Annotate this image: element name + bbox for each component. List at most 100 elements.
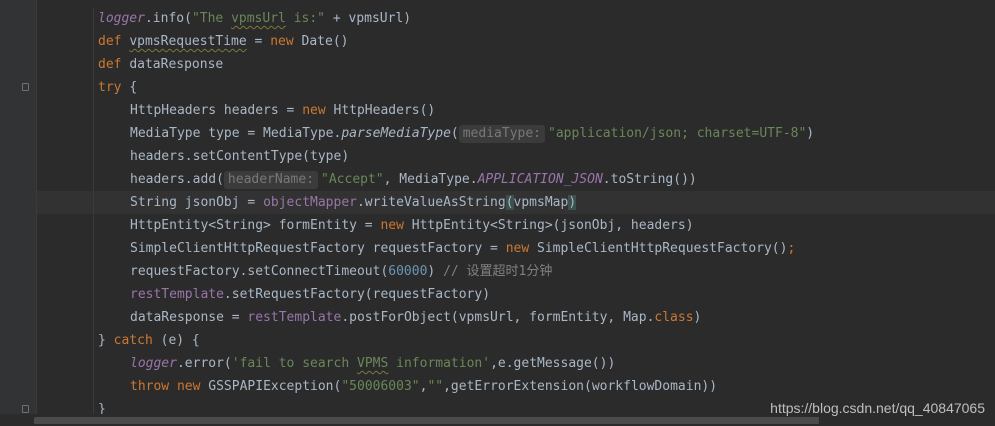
code-token: restTemplate bbox=[247, 310, 342, 325]
code-line[interactable]: HttpHeaders headers = new HttpHeaders() bbox=[37, 99, 995, 122]
code-line[interactable]: headers.add(headerName: "Accept", MediaTy… bbox=[37, 168, 995, 191]
watermark: https://blog.csdn.net/qq_40847065 bbox=[770, 400, 985, 416]
indent-guide bbox=[93, 145, 94, 168]
code-token: SimpleClientHttpRequestFactory() bbox=[537, 241, 788, 256]
code-token: catch bbox=[113, 333, 161, 348]
code-token: .error( bbox=[176, 356, 232, 371]
code-token: ) bbox=[806, 126, 815, 141]
code-text: MediaType type = MediaType.parseMediaTyp… bbox=[130, 122, 814, 145]
code-line[interactable]: dataResponse = restTemplate.postForObjec… bbox=[37, 306, 995, 329]
code-token: headers.setContentType(type) bbox=[130, 149, 350, 164]
code-line[interactable]: String jsonObj = objectMapper.writeValue… bbox=[37, 191, 995, 214]
code-token: Date() bbox=[301, 34, 349, 49]
code-line[interactable]: def dataResponse bbox=[37, 53, 995, 76]
code-token: logger bbox=[98, 11, 145, 26]
code-line[interactable]: MediaType type = MediaType.parseMediaTyp… bbox=[37, 122, 995, 145]
code-token: is:" bbox=[285, 11, 326, 26]
code-token: new bbox=[270, 34, 302, 49]
code-token: "The bbox=[191, 11, 232, 26]
code-token: headers.add( bbox=[130, 172, 224, 187]
code-token: "" bbox=[427, 379, 444, 394]
code-text: def dataResponse bbox=[98, 53, 223, 76]
code-line[interactable]: SimpleClientHttpRequestFactory requestFa… bbox=[37, 237, 995, 260]
parameter-hint: headerName: bbox=[223, 171, 319, 189]
code-text: throw new GSSPAPIException("50006003",""… bbox=[130, 375, 717, 398]
code-text: restTemplate.setRequestFactory(requestFa… bbox=[130, 283, 490, 306]
code-token: = bbox=[246, 34, 271, 49]
code-line[interactable]: headers.setContentType(type) bbox=[37, 145, 995, 168]
scrollbar-thumb[interactable] bbox=[34, 417, 819, 424]
code-token: vpmsUrl bbox=[231, 11, 286, 26]
code-token: objectMapper bbox=[263, 195, 357, 210]
code-token: dataResponse = bbox=[130, 310, 248, 325]
code-line[interactable]: HttpEntity<String> formEntity = new Http… bbox=[37, 214, 995, 237]
code-token: + vpmsUrl) bbox=[325, 11, 412, 26]
code-token: requestFactory.setConnectTimeout( bbox=[130, 264, 389, 279]
code-token: ( bbox=[450, 126, 459, 141]
code-token: new bbox=[380, 218, 412, 233]
code-token: HttpEntity<String> formEntity = bbox=[130, 218, 381, 233]
code-token: def bbox=[98, 34, 130, 49]
code-text: logger.error('fail to search VPMS inform… bbox=[130, 352, 615, 375]
code-text: } catch (e) { bbox=[98, 329, 200, 352]
code-text: requestFactory.setConnectTimeout(60000) … bbox=[130, 260, 552, 283]
code-text: SimpleClientHttpRequestFactory requestFa… bbox=[130, 237, 795, 260]
code-line[interactable]: logger.error('fail to search VPMS inform… bbox=[37, 352, 995, 375]
code-line[interactable]: logger.info("The vpmsUrl is:" + vpmsUrl) bbox=[37, 7, 995, 30]
code-token: APPLICATION_JSON bbox=[477, 172, 603, 187]
code-token: .postForObject(vpmsUrl, formEntity, Map. bbox=[341, 310, 655, 325]
code-text: headers.add(headerName: "Accept", MediaTy… bbox=[130, 168, 697, 191]
indent-guide bbox=[93, 352, 94, 375]
code-token: ; bbox=[787, 241, 796, 256]
fold-icon[interactable] bbox=[22, 405, 29, 413]
code-token: // 设置超时1分钟 bbox=[443, 264, 553, 279]
code-token: MediaType type = MediaType. bbox=[130, 126, 342, 141]
code-text: headers.setContentType(type) bbox=[130, 145, 349, 168]
code-line[interactable]: } catch (e) { bbox=[37, 329, 995, 352]
code-line[interactable]: def vpmsRequestTime = new Date() bbox=[37, 30, 995, 53]
code-token: ( bbox=[505, 195, 514, 210]
code-text: try { bbox=[98, 76, 137, 99]
indent-guide bbox=[93, 214, 94, 237]
indent-guide bbox=[93, 283, 94, 306]
code-line[interactable]: requestFactory.setConnectTimeout(60000) … bbox=[37, 260, 995, 283]
code-text: def vpmsRequestTime = new Date() bbox=[98, 30, 348, 53]
code-line[interactable]: try { bbox=[37, 76, 995, 99]
code-token: { bbox=[129, 80, 138, 95]
code-token: .writeValueAsString bbox=[356, 195, 506, 210]
code-token: ) bbox=[568, 195, 577, 210]
code-token: VPMS bbox=[357, 356, 389, 371]
code-token: ) bbox=[427, 264, 444, 279]
code-line[interactable]: restTemplate.setRequestFactory(requestFa… bbox=[37, 283, 995, 306]
indent-guide bbox=[93, 168, 94, 191]
indent-guide bbox=[93, 329, 94, 352]
code-text: logger.info("The vpmsUrl is:" + vpmsUrl) bbox=[98, 7, 411, 30]
code-token: throw new bbox=[130, 379, 209, 394]
code-token: try bbox=[98, 80, 130, 95]
code-text: HttpHeaders headers = new HttpHeaders() bbox=[130, 99, 435, 122]
indent-guide bbox=[93, 30, 94, 53]
code-token: "50006003" bbox=[341, 379, 420, 394]
code-token: vpmsMap bbox=[513, 195, 569, 210]
code-editor[interactable]: logger.info("The vpmsUrl is:" + vpmsUrl)… bbox=[37, 0, 995, 421]
code-text: HttpEntity<String> formEntity = new Http… bbox=[130, 214, 694, 237]
code-token: new bbox=[302, 103, 334, 118]
code-token: new bbox=[505, 241, 537, 256]
code-token: "Accept" bbox=[321, 172, 384, 187]
indent-guide bbox=[93, 122, 94, 145]
fold-icon[interactable] bbox=[22, 83, 29, 91]
editor-gutter bbox=[0, 0, 36, 426]
code-token: (e) { bbox=[160, 333, 200, 348]
code-text: dataResponse = restTemplate.postForObjec… bbox=[130, 306, 701, 329]
indent-guide bbox=[93, 76, 94, 99]
code-token: GSSPAPIException( bbox=[208, 379, 342, 394]
parameter-hint: mediaType: bbox=[458, 125, 546, 143]
indent-guide bbox=[93, 53, 94, 76]
code-line[interactable]: throw new GSSPAPIException("50006003",""… bbox=[37, 375, 995, 398]
code-token: , MediaType. bbox=[383, 172, 478, 187]
code-token: SimpleClientHttpRequestFactory requestFa… bbox=[130, 241, 506, 256]
code-token: } bbox=[98, 333, 114, 348]
indent-guide bbox=[93, 237, 94, 260]
code-text: String jsonObj = objectMapper.writeValue… bbox=[130, 191, 577, 214]
code-token: class bbox=[654, 310, 694, 325]
